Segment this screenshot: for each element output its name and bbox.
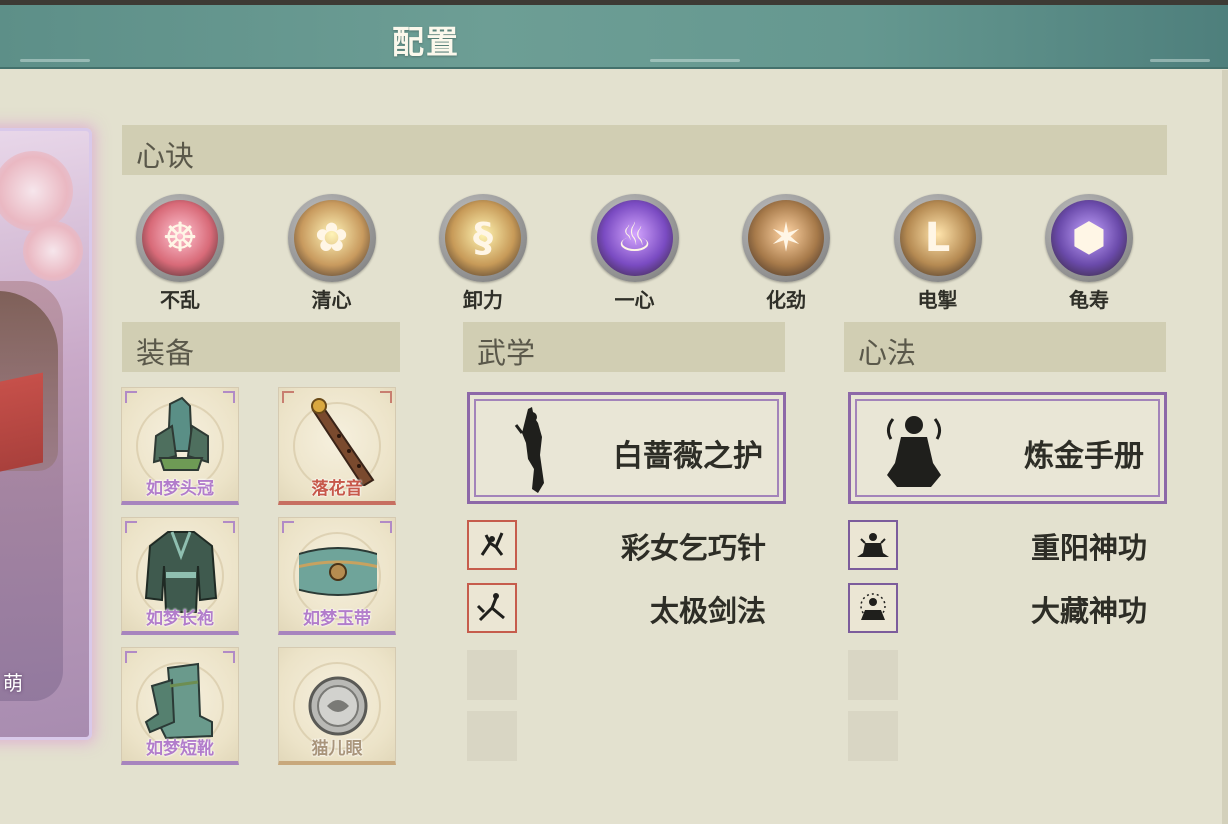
- martial-arts-main-name: 白蔷薇之护: [613, 439, 763, 474]
- skill-label: 清心: [311, 288, 352, 312]
- dancer-silhouette-icon: [514, 407, 544, 493]
- skill-7[interactable]: ⬢ 龟寿: [1044, 194, 1134, 313]
- skill-label: 龟寿: [1069, 288, 1109, 312]
- character-portrait-card[interactable]: 萌: [0, 128, 92, 740]
- lightning-icon: L: [899, 200, 976, 276]
- equip-slot-weapon[interactable]: 落花音: [278, 387, 396, 505]
- skill-1[interactable]: ☸ 不乱: [135, 194, 225, 313]
- skill-ring: §: [439, 194, 527, 282]
- corner-ornament: [380, 391, 392, 403]
- buddha-aura-icon: [860, 593, 886, 620]
- corner-ornament: [223, 521, 235, 533]
- gem-icon: [308, 676, 368, 736]
- boots-icon: [144, 662, 213, 740]
- sword-stance-icon: [476, 593, 505, 622]
- section-header-heart-formula: 心诀: [122, 125, 1167, 175]
- purple-flame-icon: ♨: [596, 200, 673, 276]
- corner-ornament: [282, 521, 294, 533]
- panel-edge: [1222, 70, 1228, 824]
- equip-slot-head[interactable]: 如梦头冠: [121, 387, 239, 505]
- equip-slot-body[interactable]: 如梦长袍: [121, 517, 239, 635]
- corner-ornament: [282, 391, 294, 403]
- mental-method-slot-4-empty[interactable]: [848, 711, 898, 761]
- needle-strike-icon: [480, 532, 504, 556]
- corner-ornament: [223, 651, 235, 663]
- martial-arts-slot-1-name: 彩女乞巧针: [620, 531, 766, 565]
- martial-arts-slot-3-empty[interactable]: [467, 650, 517, 700]
- martial-arts-slot-2-name: 太极剑法: [649, 594, 766, 628]
- skill-ring: ✶: [742, 194, 830, 282]
- skill-5[interactable]: ✶ 化劲: [741, 194, 831, 313]
- skill-4[interactable]: ♨ 一心: [590, 194, 680, 313]
- skill-label: 不乱: [160, 288, 200, 312]
- equip-label: 如梦长袍: [146, 609, 214, 629]
- section-title: 武学: [477, 336, 536, 370]
- robe-icon: [144, 531, 218, 613]
- martial-arts-main-slot[interactable]: 白蔷薇之护: [467, 392, 786, 504]
- skill-label: 电掣: [917, 288, 958, 312]
- mental-method-slot-1-name: 重阳神功: [1030, 531, 1147, 565]
- mental-method-slot-2-name: 大藏神功: [1030, 594, 1147, 628]
- meditation-icon: [857, 533, 889, 557]
- skill-label: 一心: [614, 288, 655, 312]
- equip-slot-feet[interactable]: 如梦短靴: [121, 647, 239, 765]
- skill-ring: ♨: [590, 194, 679, 282]
- lotus-icon: ✿: [293, 200, 370, 276]
- corner-ornament: [380, 521, 392, 533]
- mental-method-slot-2[interactable]: [848, 583, 898, 633]
- flower-decoration: [0, 151, 73, 231]
- flute-icon: [311, 398, 375, 486]
- martial-arts-slot-2[interactable]: [467, 583, 517, 633]
- flower-decoration: [23, 221, 83, 281]
- mental-method-main-slot[interactable]: 炼金手册: [848, 392, 1167, 504]
- skill-ring: L: [893, 194, 982, 282]
- slot-frame: 白蔷薇之护: [474, 399, 779, 497]
- equip-label: 如梦头冠: [146, 479, 214, 499]
- equip-label: 如梦玉带: [303, 609, 371, 629]
- page-title: 配置: [392, 23, 461, 61]
- section-header-equipment: 装备: [122, 322, 400, 372]
- header-decoration: [650, 59, 740, 62]
- header-bar: 配置: [0, 5, 1228, 69]
- skill-label: 化劲: [766, 288, 806, 312]
- section-title: 装备: [136, 336, 195, 370]
- slot-frame: 炼金手册: [855, 399, 1160, 497]
- martial-arts-slot-1[interactable]: [467, 520, 517, 570]
- corner-ornament: [125, 651, 137, 663]
- martial-arts-slot-4-empty[interactable]: [467, 711, 517, 761]
- mental-method-main-name: 炼金手册: [1024, 439, 1144, 474]
- section-title: 心法: [858, 336, 917, 370]
- character-name: 萌: [3, 671, 23, 695]
- spark-burst-icon: ✶: [748, 200, 824, 276]
- equip-label: 猫儿眼: [311, 739, 363, 759]
- skill-ring: ⬢: [1045, 194, 1133, 282]
- meditating-figure-icon: ☸: [142, 200, 218, 276]
- crown-icon: [152, 396, 209, 471]
- skill-ring: ✿: [287, 194, 376, 282]
- skill-2[interactable]: ✿ 清心: [287, 194, 377, 313]
- header-decoration: [1150, 59, 1210, 62]
- equip-slot-accessory[interactable]: 猫儿眼: [278, 647, 396, 765]
- equip-label: 如梦短靴: [146, 739, 214, 759]
- mental-method-slot-3-empty[interactable]: [848, 650, 898, 700]
- seated-deity-icon: [886, 416, 942, 487]
- turtle-shell-icon: ⬢: [1051, 200, 1127, 276]
- section-header-martial-arts: 武学: [463, 322, 785, 372]
- skill-3[interactable]: § 卸力: [438, 194, 528, 313]
- mental-method-slot-1[interactable]: [848, 520, 898, 570]
- belt-icon: [299, 547, 377, 596]
- equip-label: 落花音: [311, 479, 363, 499]
- character-sash: [0, 372, 43, 480]
- skill-6[interactable]: L 电掣: [893, 194, 983, 313]
- skill-label: 卸力: [463, 288, 503, 312]
- corner-ornament: [125, 391, 137, 403]
- swirl-icon: §: [445, 200, 521, 276]
- header-decoration: [20, 59, 90, 62]
- corner-ornament: [223, 391, 235, 403]
- corner-ornament: [125, 521, 137, 533]
- section-title: 心诀: [136, 139, 195, 173]
- section-header-mental-method: 心法: [844, 322, 1166, 372]
- equip-slot-waist[interactable]: 如梦玉带: [278, 517, 396, 635]
- skill-ring: ☸: [136, 194, 224, 282]
